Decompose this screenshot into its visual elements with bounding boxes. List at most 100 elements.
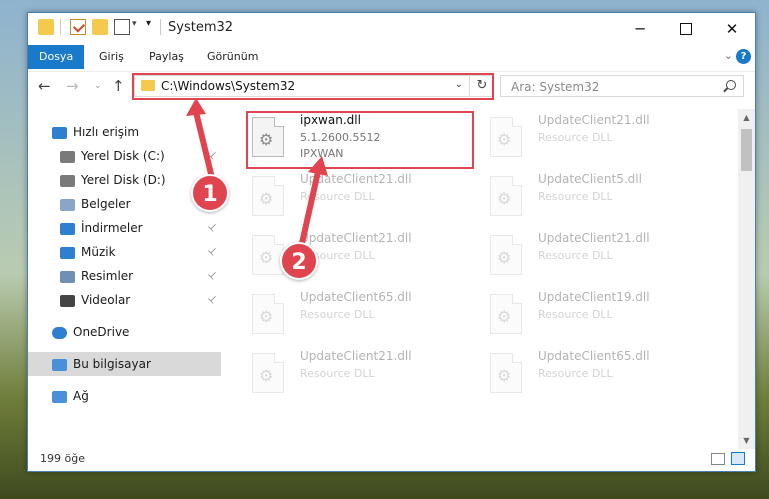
divider — [160, 19, 161, 35]
pin-icon[interactable]: ⊥ — [205, 245, 219, 259]
help-icon[interactable]: ? — [736, 49, 751, 64]
file-item[interactable]: UpdateClient5.dll Resource DLL — [490, 172, 710, 228]
dll-file-icon — [490, 117, 522, 157]
sidebar-item-label: Ağ — [73, 389, 89, 403]
window-title: System32 — [168, 20, 234, 35]
navigation-bar: ← → ⌄ ↑ C:\Windows\System32 ⌄ ↻ Ara: Sys… — [28, 71, 755, 102]
recent-locations-dropdown[interactable]: ⌄ — [94, 81, 102, 91]
tab-file[interactable]: Dosya — [28, 45, 85, 69]
search-placeholder: Ara: System32 — [511, 80, 600, 94]
sidebar-item[interactable]: Hızlı erişim — [52, 121, 139, 143]
dll-file-icon — [252, 294, 284, 334]
music-icon — [60, 246, 75, 259]
dll-file-icon — [490, 294, 522, 334]
sidebar-item[interactable]: Yerel Disk (D:) — [60, 169, 166, 191]
file-name: UpdateClient65.dll — [538, 349, 650, 363]
tab-share[interactable]: Paylaş — [138, 45, 195, 69]
star-icon — [52, 126, 67, 139]
minimize-button[interactable]: ─ — [617, 13, 663, 45]
file-item[interactable]: UpdateClient65.dll Resource DLL — [490, 349, 710, 405]
dll-file-icon — [252, 235, 284, 275]
vertical-scrollbar[interactable]: ▲ ▼ — [738, 109, 755, 449]
pin-icon[interactable]: ⊥ — [205, 269, 219, 283]
tab-view[interactable]: Görünüm — [196, 45, 269, 69]
file-detail: Resource DLL — [300, 367, 375, 380]
details-view-icon[interactable] — [711, 453, 725, 465]
forward-button[interactable]: → — [66, 77, 79, 95]
sidebar-item-label: Yerel Disk (D:) — [81, 173, 166, 187]
ribbon-tabs: Dosya Giriş Paylaş Görünüm ⌄ ? — [28, 45, 755, 69]
customize-arrow-icon[interactable]: ▾ — [132, 19, 137, 29]
maximize-button[interactable] — [663, 13, 709, 45]
view-icon[interactable] — [114, 19, 130, 35]
search-input[interactable]: Ara: System32 — [500, 75, 744, 97]
file-name: UpdateClient21.dll — [300, 231, 412, 245]
file-item[interactable]: UpdateClient19.dll Resource DLL — [490, 290, 710, 346]
address-path[interactable]: C:\Windows\System32 — [161, 79, 295, 93]
file-item[interactable]: UpdateClient21.dll Resource DLL — [252, 172, 472, 228]
network-icon — [52, 390, 67, 403]
pin-icon[interactable]: ⊥ — [205, 149, 219, 163]
sidebar-item-label: Hızlı erişim — [73, 125, 140, 139]
cloud-icon — [52, 326, 67, 339]
address-dropdown[interactable]: ⌄ — [455, 79, 463, 90]
sidebar-item[interactable]: Yerel Disk (C:) — [60, 145, 165, 167]
title-bar: ▾ ▾ System32 ─ ✕ — [28, 13, 755, 45]
sidebar-item-label: Resimler — [81, 269, 134, 283]
sidebar-item[interactable]: OneDrive — [52, 321, 129, 343]
file-detail: Resource DLL — [538, 308, 613, 321]
sidebar-item-label: Videolar — [81, 293, 131, 307]
back-button[interactable]: ← — [38, 77, 51, 95]
sidebar-item[interactable]: Belgeler — [60, 193, 131, 215]
file-item[interactable]: UpdateClient21.dll Resource DLL — [490, 231, 710, 287]
file-detail: Resource DLL — [300, 308, 375, 321]
quick-access-toolbar-dropdown[interactable]: ▾ — [146, 18, 151, 29]
dll-file-icon — [252, 176, 284, 216]
file-item[interactable]: UpdateClient21.dll Resource DLL — [252, 349, 472, 405]
sidebar-item[interactable]: Ağ — [52, 385, 89, 407]
file-name: UpdateClient65.dll — [300, 290, 412, 304]
file-detail: Resource DLL — [538, 249, 613, 262]
pictures-icon — [60, 270, 75, 283]
maximize-icon — [680, 23, 692, 35]
sidebar-item[interactable]: Müzik — [60, 241, 116, 263]
file-name: UpdateClient21.dll — [300, 172, 412, 186]
sidebar-item[interactable]: Videolar — [60, 289, 130, 311]
dll-file-icon — [490, 353, 522, 393]
expand-ribbon-chevron-icon[interactable]: ⌄ — [724, 49, 733, 62]
sidebar-item[interactable]: İndirmeler — [60, 217, 143, 239]
properties-icon[interactable] — [70, 19, 86, 35]
address-bar[interactable]: C:\Windows\System32 ⌄ — [134, 75, 494, 97]
pin-icon[interactable]: ⊥ — [205, 221, 219, 235]
pin-icon[interactable]: ⊥ — [205, 293, 219, 307]
file-name: UpdateClient21.dll — [300, 349, 412, 363]
file-detail: Resource DLL — [538, 131, 613, 144]
scroll-up-arrow-icon[interactable]: ▲ — [738, 109, 755, 126]
file-highlight-box — [246, 111, 474, 169]
folder-icon — [141, 80, 155, 91]
tab-home[interactable]: Giriş — [88, 45, 135, 69]
file-name: UpdateClient21.dll — [538, 113, 650, 127]
dll-file-icon — [490, 176, 522, 216]
sidebar-item-label: Bu bilgisayar — [73, 357, 151, 371]
folder-icon — [38, 19, 54, 35]
sidebar-item[interactable]: Bu bilgisayar — [52, 353, 151, 375]
refresh-button[interactable]: ↻ — [469, 75, 494, 97]
file-name: UpdateClient5.dll — [538, 172, 642, 186]
file-detail: Resource DLL — [538, 190, 613, 203]
up-button[interactable]: ↑ — [112, 77, 125, 95]
file-item[interactable]: UpdateClient21.dll Resource DLL — [490, 113, 710, 169]
annotation-badge-2: 2 — [280, 242, 318, 280]
file-detail: Resource DLL — [300, 190, 375, 203]
close-button[interactable]: ✕ — [709, 13, 755, 45]
sidebar-item[interactable]: Resimler — [60, 265, 133, 287]
scroll-thumb[interactable] — [741, 129, 752, 171]
file-item[interactable]: UpdateClient65.dll Resource DLL — [252, 290, 472, 346]
sidebar-item-label: OneDrive — [73, 325, 130, 339]
search-icon — [726, 80, 736, 90]
documents-icon — [60, 198, 75, 211]
large-icons-view-icon[interactable] — [731, 452, 745, 465]
new-folder-icon[interactable] — [92, 19, 108, 35]
file-name: UpdateClient19.dll — [538, 290, 650, 304]
drive-icon — [60, 174, 75, 187]
